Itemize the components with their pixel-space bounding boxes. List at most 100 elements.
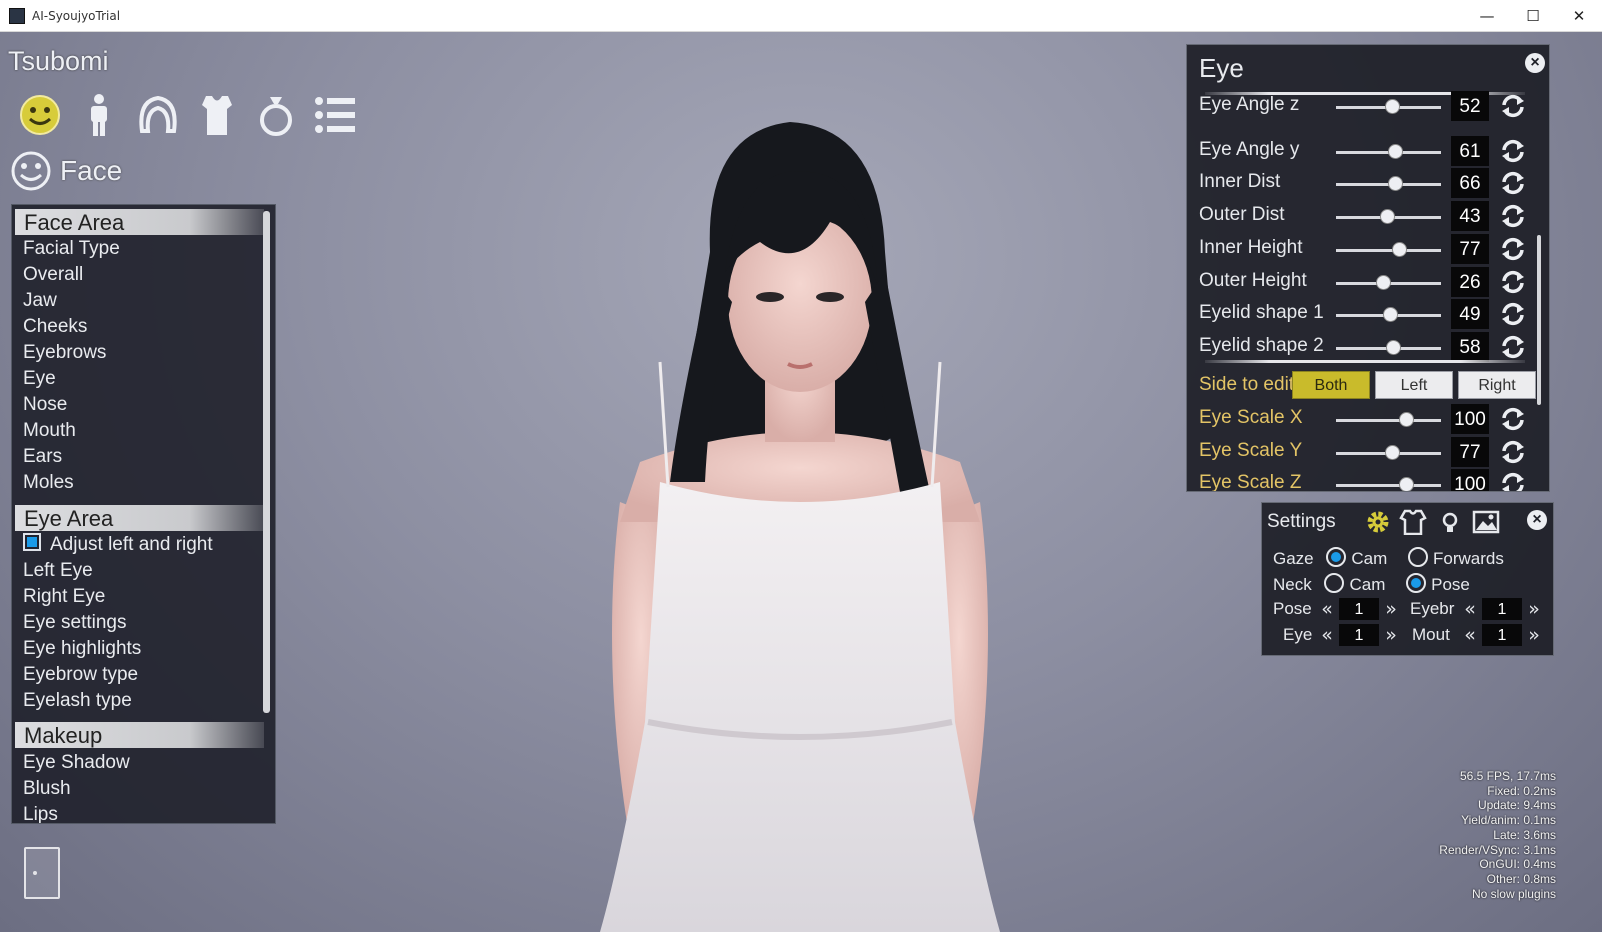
system-category-button[interactable]	[305, 90, 364, 140]
slider-thumb[interactable]	[1399, 412, 1415, 427]
side-both-button[interactable]: Both	[1292, 371, 1370, 399]
radio-unselected[interactable]	[1324, 573, 1345, 593]
mouth-prev-button[interactable]: «	[1462, 624, 1478, 646]
slider-thumb[interactable]	[1382, 307, 1398, 323]
image-icon[interactable]	[1472, 509, 1500, 535]
menu-item-lips[interactable]: Lips	[23, 802, 58, 823]
menu-item-left-eye[interactable]: Left Eye	[23, 558, 93, 584]
performance-overlay: 56.5 FPS, 17.7ms Fixed: 0.2ms Update: 9.…	[1439, 769, 1556, 901]
reset-icon[interactable]	[1499, 94, 1527, 118]
settings-title: Settings	[1267, 511, 1336, 532]
radio-selected[interactable]	[1326, 547, 1347, 567]
clothing-category-button[interactable]	[187, 90, 246, 140]
menu-item-eyebrows[interactable]: Eyebrows	[23, 340, 106, 366]
left-menu-scrollbar[interactable]	[263, 211, 270, 713]
slider-value-input[interactable]: 58	[1451, 331, 1489, 362]
slider-value-input[interactable]: 52	[1451, 91, 1489, 121]
shirt-icon[interactable]	[1399, 509, 1427, 535]
slider-thumb[interactable]	[1380, 209, 1396, 225]
face-category-button[interactable]	[10, 90, 69, 140]
gear-icon[interactable]	[1364, 509, 1392, 535]
slider-value-input[interactable]: 77	[1451, 233, 1489, 264]
slider-thumb[interactable]	[1391, 241, 1407, 257]
slider-value-input[interactable]: 26	[1451, 266, 1489, 297]
slider-value-input[interactable]: 66	[1451, 168, 1489, 199]
slider-value-input[interactable]: 100	[1451, 469, 1489, 491]
group-makeup: Makeup	[15, 722, 264, 748]
menu-item-blush[interactable]: Blush	[23, 776, 71, 802]
eye-panel-close-button[interactable]: ×	[1525, 53, 1545, 73]
checkbox-checked[interactable]	[23, 533, 41, 551]
slider-thumb[interactable]	[1384, 444, 1400, 460]
menu-item-jaw[interactable]: Jaw	[23, 288, 57, 314]
menu-item-overall[interactable]: Overall	[23, 262, 83, 288]
reset-icon[interactable]	[1499, 237, 1527, 261]
game-viewport[interactable]: Tsubomi Face Face Area Facial Type Overa…	[0, 32, 1602, 932]
neck-pose-radio[interactable]: Pose	[1406, 573, 1470, 594]
hair-category-button[interactable]	[128, 90, 187, 140]
eyebrow-next-button[interactable]: »	[1526, 598, 1542, 620]
slider-value-input[interactable]: 49	[1451, 299, 1489, 330]
menu-item-ears[interactable]: Ears	[23, 444, 62, 470]
reset-icon[interactable]	[1499, 335, 1527, 359]
slider-thumb[interactable]	[1387, 143, 1403, 159]
slider-value-input[interactable]: 77	[1451, 436, 1489, 467]
slider-track[interactable]	[1336, 419, 1441, 422]
pose-prev-button[interactable]: «	[1319, 598, 1335, 620]
side-to-edit-row: Side to edit Both Left Right	[1187, 369, 1549, 401]
mouth-next-button[interactable]: »	[1526, 624, 1542, 646]
reset-icon[interactable]	[1499, 440, 1527, 464]
menu-item-eyelash-type[interactable]: Eyelash type	[23, 688, 132, 714]
exit-door-button[interactable]	[24, 847, 60, 899]
eye-panel-scrollbar[interactable]	[1537, 235, 1541, 405]
character-model[interactable]	[560, 102, 1040, 932]
menu-item-cheeks[interactable]: Cheeks	[23, 314, 87, 340]
menu-item-eyebrow-type[interactable]: Eyebrow type	[23, 662, 138, 688]
slider-thumb[interactable]	[1385, 339, 1401, 355]
menu-item-mouth[interactable]: Mouth	[23, 418, 76, 444]
close-window-button[interactable]: ✕	[1556, 0, 1602, 31]
pose-next-button[interactable]: »	[1383, 598, 1399, 620]
body-category-button[interactable]	[69, 90, 128, 140]
neck-cam-radio[interactable]: Cam	[1324, 573, 1385, 594]
gaze-forwards-radio[interactable]: Forwards	[1408, 547, 1504, 568]
menu-item-facial-type[interactable]: Facial Type	[23, 236, 120, 262]
reset-icon[interactable]	[1499, 407, 1527, 431]
adjust-left-right-checkbox[interactable]: Adjust left and right	[23, 532, 213, 558]
radio-unselected[interactable]	[1408, 547, 1429, 567]
slider-thumb[interactable]	[1384, 99, 1400, 114]
slider-track[interactable]	[1336, 248, 1441, 252]
eyebrow-prev-button[interactable]: «	[1462, 598, 1478, 620]
slider-track[interactable]	[1336, 484, 1441, 488]
eye-prev-button[interactable]: «	[1319, 624, 1335, 646]
menu-item-eye-settings[interactable]: Eye settings	[23, 610, 127, 636]
accessory-category-button[interactable]	[246, 90, 305, 140]
reset-icon[interactable]	[1499, 171, 1527, 195]
gaze-cam-radio[interactable]: Cam	[1326, 547, 1387, 568]
menu-item-eye-highlights[interactable]: Eye highlights	[23, 636, 141, 662]
slider-thumb[interactable]	[1399, 477, 1415, 491]
radio-selected[interactable]	[1406, 573, 1427, 593]
menu-item-nose[interactable]: Nose	[23, 392, 67, 418]
side-left-button[interactable]: Left	[1375, 371, 1453, 399]
slider-value-input[interactable]: 100	[1451, 404, 1489, 434]
side-right-button[interactable]: Right	[1458, 371, 1536, 399]
reset-icon[interactable]	[1499, 472, 1527, 492]
menu-item-eye-shadow[interactable]: Eye Shadow	[23, 750, 130, 776]
slider-value-input[interactable]: 61	[1451, 135, 1489, 166]
slider-value-input[interactable]: 43	[1451, 201, 1489, 232]
menu-item-moles[interactable]: Moles	[23, 470, 74, 496]
maximize-button[interactable]: ☐	[1510, 0, 1556, 31]
reset-icon[interactable]	[1499, 139, 1527, 163]
reset-icon[interactable]	[1499, 270, 1527, 294]
menu-item-right-eye[interactable]: Right Eye	[23, 584, 105, 610]
menu-item-eye[interactable]: Eye	[23, 366, 56, 392]
slider-thumb[interactable]	[1387, 176, 1403, 192]
eye-next-button[interactable]: »	[1383, 624, 1399, 646]
reset-icon[interactable]	[1499, 302, 1527, 326]
slider-thumb[interactable]	[1376, 274, 1392, 290]
minimize-button[interactable]: —	[1464, 0, 1510, 31]
settings-close-button[interactable]: ×	[1527, 510, 1547, 530]
reset-icon[interactable]	[1499, 204, 1527, 228]
light-bulb-icon[interactable]	[1436, 509, 1464, 535]
